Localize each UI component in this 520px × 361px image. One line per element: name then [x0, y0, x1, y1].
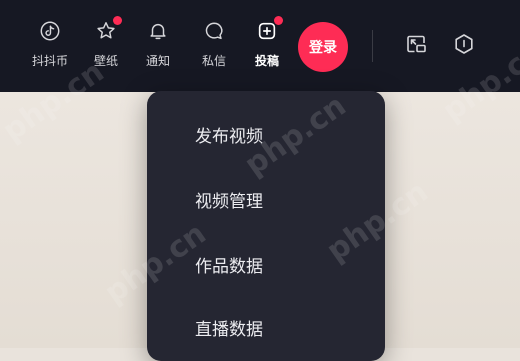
wallpaper-badge — [113, 16, 122, 25]
menu-item-video-management[interactable]: 视频管理 — [147, 179, 385, 219]
nav-item-wallpaper-label: 壁纸 — [93, 54, 118, 68]
menu-item-work-data[interactable]: 作品数据 — [147, 244, 385, 284]
nav-item-notifications-label: 通知 — [145, 54, 170, 68]
nav-item-upload[interactable]: 投稿 — [241, 16, 293, 74]
nav-item-messages[interactable]: 私信 — [188, 18, 240, 74]
nav-item-messages-label: 私信 — [201, 54, 226, 68]
menu-item-live-data[interactable]: 直播数据 — [147, 307, 385, 347]
upload-badge — [274, 16, 283, 25]
picture-in-picture-button[interactable] — [402, 32, 430, 60]
toolbar-divider — [372, 30, 373, 62]
hexagon-info-icon — [452, 32, 476, 60]
picture-in-picture-icon — [404, 32, 428, 60]
nav-item-wallpaper[interactable]: 壁纸 — [80, 16, 132, 74]
message-icon — [201, 18, 227, 44]
upload-dropdown-menu: 发布视频 视频管理 作品数据 直播数据 — [147, 91, 385, 361]
bell-icon — [145, 18, 171, 44]
nav-item-notifications[interactable]: 通知 — [132, 18, 184, 74]
wallpaper-icon — [93, 16, 122, 44]
settings-button[interactable] — [450, 32, 478, 60]
nav-item-coins-label: 抖抖币 — [31, 54, 68, 68]
nav-item-upload-label: 投稿 — [254, 54, 279, 68]
nav-item-coins[interactable]: 抖抖币 — [24, 18, 76, 74]
top-navigation-bar: 抖抖币 壁纸 通知 私信 投稿 登录 — [0, 0, 520, 92]
menu-item-publish-video[interactable]: 发布视频 — [147, 114, 385, 154]
login-button[interactable]: 登录 — [298, 22, 348, 72]
tiktok-coin-icon — [37, 18, 63, 44]
upload-plus-icon — [254, 16, 283, 44]
